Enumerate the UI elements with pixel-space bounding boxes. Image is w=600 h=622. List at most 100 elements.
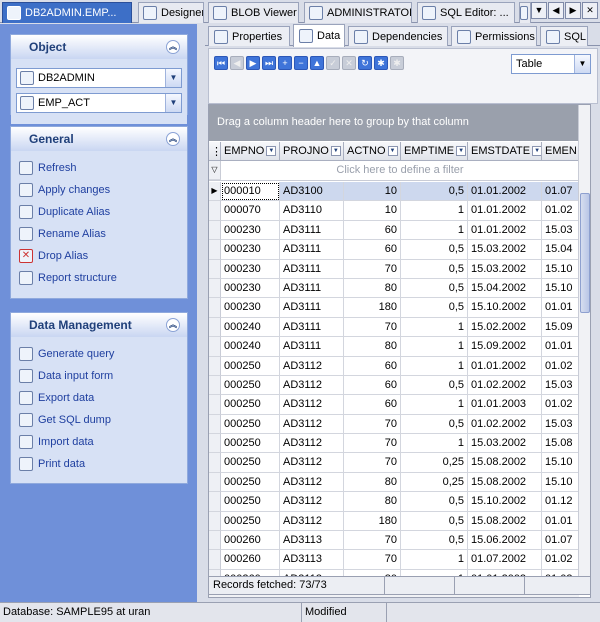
table-cell[interactable]: 15.02.2002 bbox=[468, 317, 542, 338]
column-header-emstdate[interactable]: EMSTDATE ▼ bbox=[468, 142, 542, 161]
table-cell[interactable]: AD3111 bbox=[280, 220, 344, 241]
filter-row[interactable]: ▽ Click here to define a filter bbox=[209, 161, 579, 181]
table-cell[interactable]: AD3110 bbox=[280, 201, 344, 221]
table-cell[interactable]: 70 bbox=[344, 434, 401, 454]
tab-data[interactable]: Data bbox=[293, 24, 345, 47]
table-cell[interactable]: 15.10 bbox=[542, 278, 579, 299]
filter-dropdown-icon[interactable]: ▼ bbox=[532, 146, 541, 156]
delete-record-icon[interactable]: − bbox=[294, 56, 308, 70]
table-cell[interactable]: 10 bbox=[344, 201, 401, 221]
table-cell[interactable]: 01.01 bbox=[542, 337, 579, 357]
table-row[interactable]: 000240 AD3111 80 1 15.09.2002 01.01 bbox=[209, 337, 579, 357]
apply-changes-link[interactable]: Apply changes bbox=[16, 179, 182, 201]
print-data-link[interactable]: Print data bbox=[16, 453, 182, 475]
table-cell[interactable]: 60 bbox=[344, 375, 401, 396]
column-header-emendate[interactable]: EMEN bbox=[542, 142, 579, 161]
table-cell[interactable]: 01.02 bbox=[542, 356, 579, 376]
table-cell[interactable]: 60 bbox=[344, 395, 401, 415]
current-row-indicator[interactable]: ▶ bbox=[209, 182, 221, 202]
data-input-form-link[interactable]: Data input form bbox=[16, 365, 182, 387]
row-indicator[interactable] bbox=[209, 492, 221, 512]
table-cell[interactable]: 80 bbox=[344, 337, 401, 357]
tab-administrator[interactable]: ADMINISTRATOR bbox=[304, 2, 412, 23]
table-cell[interactable]: AD3112 bbox=[280, 492, 344, 512]
table-cell[interactable]: 01.01.2002 bbox=[468, 182, 542, 202]
table-cell[interactable]: 01.02 bbox=[542, 550, 579, 570]
table-cell[interactable]: AD3111 bbox=[280, 317, 344, 338]
tab-sql[interactable]: SQL bbox=[540, 26, 588, 46]
chevron-down-icon[interactable]: ▼ bbox=[574, 55, 590, 73]
prior-record-icon[interactable]: ◀ bbox=[230, 56, 244, 70]
table-row[interactable]: 000230 AD3111 60 1 01.01.2002 15.03 bbox=[209, 220, 579, 241]
tab-permissions[interactable]: Permissions bbox=[451, 26, 537, 46]
tab-dependencies[interactable]: Dependencies bbox=[348, 26, 448, 46]
table-cell[interactable]: 80 bbox=[344, 492, 401, 512]
table-cell[interactable]: AD3111 bbox=[280, 259, 344, 279]
tab-overflow[interactable] bbox=[519, 2, 531, 23]
table-cell[interactable]: 15.08.2002 bbox=[468, 511, 542, 532]
table-cell[interactable]: 15.04.2002 bbox=[468, 278, 542, 299]
table-cell[interactable]: 01.01.2002 bbox=[468, 356, 542, 376]
table-cell[interactable]: 0,5 bbox=[401, 240, 468, 260]
table-cell[interactable]: 01.07 bbox=[542, 531, 579, 551]
table-row[interactable]: 000230 AD3111 60 0,5 15.03.2002 15.04 bbox=[209, 240, 579, 260]
table-cell[interactable]: 15.09.2002 bbox=[468, 337, 542, 357]
table-cell[interactable]: 000250 bbox=[221, 434, 280, 454]
table-cell[interactable]: AD3111 bbox=[280, 337, 344, 357]
table-cell[interactable]: 01.07.2002 bbox=[468, 550, 542, 570]
bookmark-icon[interactable]: ✱ bbox=[374, 56, 388, 70]
refresh-data-icon[interactable]: ↻ bbox=[358, 56, 372, 70]
group-by-panel[interactable]: Drag a column header here to group by th… bbox=[209, 105, 590, 141]
row-indicator[interactable] bbox=[209, 278, 221, 299]
table-row[interactable]: ▶ 000010 AD3100 10 0,5 01.01.2002 01.07 bbox=[209, 182, 579, 202]
table-cell[interactable]: 80 bbox=[344, 472, 401, 493]
table-row[interactable]: 000250 AD3112 70 1 15.03.2002 15.08 bbox=[209, 434, 579, 454]
column-header-emptime[interactable]: EMPTIME ▼ bbox=[401, 142, 468, 161]
row-indicator[interactable] bbox=[209, 395, 221, 415]
post-edit-icon[interactable]: ✓ bbox=[326, 56, 340, 70]
scroll-thumb[interactable] bbox=[580, 193, 590, 313]
report-structure-link[interactable]: Report structure bbox=[16, 267, 182, 289]
table-cell[interactable]: 80 bbox=[344, 278, 401, 299]
table-cell[interactable]: AD3112 bbox=[280, 453, 344, 473]
table-row[interactable]: 000250 AD3112 180 0,5 15.08.2002 01.01 bbox=[209, 511, 579, 532]
duplicate-alias-link[interactable]: Duplicate Alias bbox=[16, 201, 182, 223]
vertical-scrollbar[interactable] bbox=[578, 105, 590, 582]
table-cell[interactable]: 70 bbox=[344, 317, 401, 338]
row-indicator[interactable] bbox=[209, 201, 221, 221]
table-cell[interactable]: AD3112 bbox=[280, 395, 344, 415]
table-cell[interactable]: 15.10.2002 bbox=[468, 298, 542, 318]
table-cell[interactable]: 0,5 bbox=[401, 511, 468, 532]
table-cell[interactable]: AD3113 bbox=[280, 550, 344, 570]
table-cell[interactable]: 1 bbox=[401, 220, 468, 241]
table-cell[interactable]: 0,5 bbox=[401, 414, 468, 435]
table-cell[interactable]: AD3112 bbox=[280, 414, 344, 435]
table-cell[interactable]: 000230 bbox=[221, 298, 280, 318]
table-cell[interactable]: AD3113 bbox=[280, 531, 344, 551]
table-cell[interactable]: 0,5 bbox=[401, 375, 468, 396]
table-cell[interactable]: 15.08.2002 bbox=[468, 472, 542, 493]
next-record-icon[interactable]: ▶ bbox=[246, 56, 260, 70]
table-cell[interactable]: 1 bbox=[401, 550, 468, 570]
panel-splitter[interactable] bbox=[197, 24, 205, 602]
table-row[interactable]: 000250 AD3112 80 0,25 15.08.2002 15.10 bbox=[209, 472, 579, 493]
table-cell[interactable]: 0,5 bbox=[401, 259, 468, 279]
table-row[interactable]: 000070 AD3110 10 1 01.01.2002 01.02 bbox=[209, 201, 579, 221]
table-cell[interactable]: 0,25 bbox=[401, 453, 468, 473]
table-cell[interactable]: 60 bbox=[344, 220, 401, 241]
table-cell[interactable]: 1 bbox=[401, 337, 468, 357]
table-cell[interactable]: 15.03 bbox=[542, 375, 579, 396]
tab-designer[interactable]: Designer bbox=[138, 2, 204, 23]
row-indicator[interactable] bbox=[209, 317, 221, 338]
table-cell[interactable]: 01.01 bbox=[542, 298, 579, 318]
table-cell[interactable]: 15.03.2002 bbox=[468, 259, 542, 279]
table-cell[interactable]: 15.06.2002 bbox=[468, 531, 542, 551]
table-cell[interactable]: 01.02.2002 bbox=[468, 414, 542, 435]
table-cell[interactable]: 15.08.2002 bbox=[468, 453, 542, 473]
table-cell[interactable]: 70 bbox=[344, 453, 401, 473]
table-cell[interactable]: 70 bbox=[344, 259, 401, 279]
row-indicator[interactable] bbox=[209, 531, 221, 551]
data-management-group-header[interactable]: Data Management ︽ bbox=[11, 313, 187, 337]
table-cell[interactable]: AD3112 bbox=[280, 511, 344, 532]
table-cell[interactable]: 60 bbox=[344, 356, 401, 376]
